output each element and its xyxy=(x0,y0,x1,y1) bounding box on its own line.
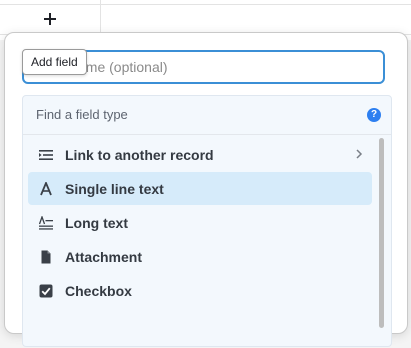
link-record-icon xyxy=(38,147,54,163)
field-type-attachment[interactable]: Attachment xyxy=(28,240,372,273)
add-field-tooltip: Add field xyxy=(22,49,87,75)
field-type-panel: Find a field type ? Link to another reco… xyxy=(22,95,392,347)
help-icon[interactable]: ? xyxy=(367,108,381,122)
document-icon xyxy=(38,249,54,265)
field-type-single-line-text[interactable]: Single line text xyxy=(28,172,372,205)
field-type-label: Long text xyxy=(65,214,128,231)
field-type-label: Link to another record xyxy=(65,146,214,163)
field-type-search-placeholder: Find a field type xyxy=(36,107,128,122)
add-field-button[interactable] xyxy=(0,4,100,34)
field-type-search[interactable]: Find a field type ? xyxy=(23,96,391,135)
field-type-long-text[interactable]: Long text xyxy=(28,206,372,239)
field-type-label: Attachment xyxy=(65,248,143,265)
scroll-thumb[interactable] xyxy=(379,138,384,328)
add-field-popover: Add field Find a field type ? Link to an… xyxy=(4,32,408,347)
field-type-checkbox[interactable]: Checkbox xyxy=(28,274,372,307)
long-text-icon xyxy=(38,215,54,231)
text-a-icon xyxy=(38,181,54,197)
field-type-list: Link to another record Single line text xyxy=(28,138,372,308)
field-type-link-to-another-record[interactable]: Link to another record xyxy=(28,138,372,171)
plus-icon xyxy=(44,13,56,25)
field-type-label: Checkbox xyxy=(65,282,132,299)
checkbox-icon xyxy=(38,283,54,299)
field-type-label: Single line text xyxy=(65,180,164,197)
chevron-right-icon xyxy=(356,149,363,159)
field-type-scrollbar[interactable] xyxy=(379,138,385,348)
